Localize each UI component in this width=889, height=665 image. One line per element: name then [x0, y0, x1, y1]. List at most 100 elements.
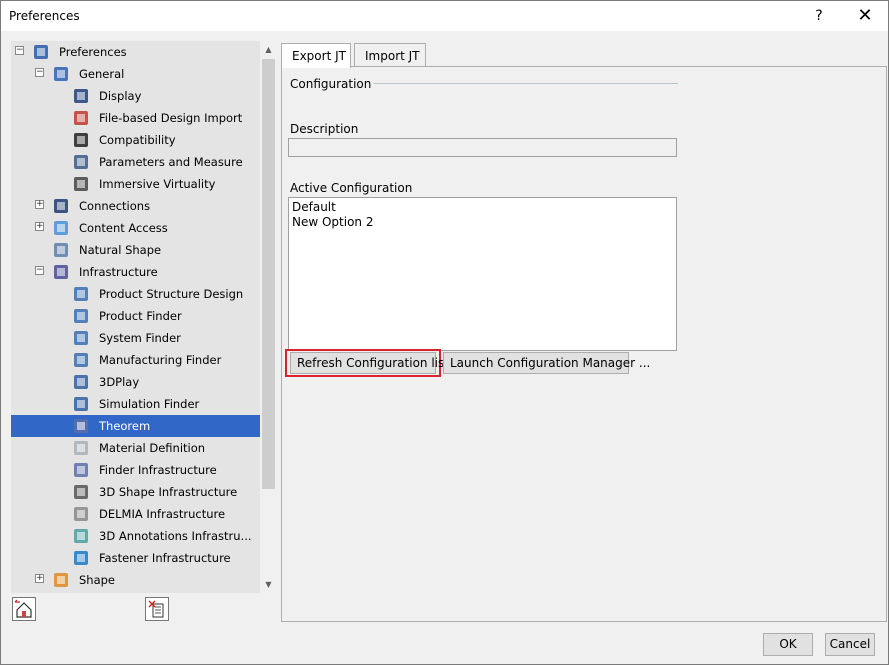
collapse-icon[interactable]: −: [15, 46, 24, 55]
theorem-icon: [71, 416, 91, 436]
tree-item-shape[interactable]: + Shape: [11, 569, 260, 591]
tree-item-infrastructure[interactable]: − Infrastructure: [11, 261, 260, 283]
tree-item-label: Immersive Virtuality: [99, 177, 216, 191]
compatibility-icon: [71, 130, 91, 150]
tree-item-3dplay[interactable]: 3DPlay: [11, 371, 260, 393]
list-item[interactable]: New Option 2: [292, 215, 374, 229]
tree-item-label: File-based Design Import: [99, 111, 243, 125]
tree-item-fastener-infrastructure[interactable]: Fastener Infrastructure: [11, 547, 260, 569]
tree-item-material-definition[interactable]: Material Definition: [11, 437, 260, 459]
tree-item-connections[interactable]: + Connections: [11, 195, 260, 217]
tree-item-delmia-infrastructure[interactable]: DELMIA Infrastructure: [11, 503, 260, 525]
parameters-icon: [71, 152, 91, 172]
tree-item-label: Display: [99, 89, 142, 103]
cancel-button[interactable]: Cancel: [825, 633, 875, 656]
tree-item-label: DELMIA Infrastructure: [99, 507, 226, 521]
tree-item-label: Content Access: [79, 221, 168, 235]
active-configuration-list[interactable]: Default New Option 2: [288, 197, 677, 351]
expand-icon[interactable]: +: [35, 574, 44, 583]
finder-infrastructure-icon: [71, 460, 91, 480]
product-finder-icon: [71, 306, 91, 326]
tree-item-label: Theorem: [99, 419, 151, 433]
preferences-tree: − Preferences − General Display File-based De…: [11, 41, 277, 593]
scroll-thumb[interactable]: [262, 59, 275, 489]
help-button[interactable]: ?: [796, 1, 842, 31]
tree-item-label: Connections: [79, 199, 151, 213]
tree-item-label: General: [79, 67, 125, 81]
tree-item-3d-shape-infrastructure[interactable]: 3D Shape Infrastructure: [11, 481, 260, 503]
3d-annotations-icon: [71, 526, 91, 546]
tree-item-general[interactable]: − General: [11, 63, 260, 85]
configuration-group-title: Configuration: [290, 77, 372, 91]
shape-icon: [51, 570, 71, 590]
tree-item-parameters-and-measure[interactable]: Parameters and Measure: [11, 151, 260, 173]
collapse-icon[interactable]: −: [35, 266, 44, 275]
file-import-icon: [71, 108, 91, 128]
tree-item-label: Infrastructure: [79, 265, 158, 279]
group-divider: [374, 83, 678, 84]
launch-configuration-manager-button[interactable]: Launch Configuration Manager ...: [443, 352, 650, 374]
tree-item-product-structure-design[interactable]: Product Structure Design: [11, 283, 260, 305]
tree-item-3d-annotations-infrastru[interactable]: 3D Annotations Infrastru...: [11, 525, 260, 547]
tree-item-label: Material Definition: [99, 441, 206, 455]
content-access-icon: [51, 218, 71, 238]
tree-viewport: − Preferences − General Display File-based De…: [11, 41, 260, 593]
collapse-icon[interactable]: −: [35, 68, 44, 77]
tree-item-label: Finder Infrastructure: [99, 463, 217, 477]
tree-item-label: Simulation Finder: [99, 397, 200, 411]
tree-scrollbar[interactable]: ▲ ▼: [260, 41, 277, 593]
tree-item-label: Natural Shape: [79, 243, 162, 257]
simulation-finder-icon: [71, 394, 91, 414]
preferences-dialog: Preferences ? ✕ − Preferences − General Disp…: [0, 0, 889, 665]
material-definition-icon: [71, 438, 91, 458]
tree-item-product-finder[interactable]: Product Finder: [11, 305, 260, 327]
tab-export-jt[interactable]: Export JT: [281, 43, 351, 68]
3d-shape-icon: [71, 482, 91, 502]
ok-button[interactable]: OK: [763, 633, 813, 656]
tree-item-label: 3DPlay: [99, 375, 140, 389]
display-icon: [71, 86, 91, 106]
reset-home-icon[interactable]: [12, 597, 36, 621]
tree-item-file-based-design-import[interactable]: File-based Design Import: [11, 107, 260, 129]
system-finder-icon: [71, 328, 91, 348]
tree-item-content-access[interactable]: + Content Access: [11, 217, 260, 239]
tree-item-preferences[interactable]: − Preferences: [11, 41, 260, 63]
tree-item-compatibility[interactable]: Compatibility: [11, 129, 260, 151]
tree-item-finder-infrastructure[interactable]: Finder Infrastructure: [11, 459, 260, 481]
tree-item-theorem[interactable]: Theorem: [11, 415, 260, 437]
tree-item-label: Product Finder: [99, 309, 182, 323]
preferences-icon: [31, 42, 51, 62]
tree-item-manufacturing-finder[interactable]: Manufacturing Finder: [11, 349, 260, 371]
scroll-up-arrow-icon[interactable]: ▲: [260, 41, 277, 58]
refresh-configuration-button[interactable]: Refresh Configuration list: [290, 352, 449, 374]
tree-item-label: 3D Shape Infrastructure: [99, 485, 238, 499]
tree-item-natural-shape[interactable]: Natural Shape: [11, 239, 260, 261]
tree-item-simulation-finder[interactable]: Simulation Finder: [11, 393, 260, 415]
export-jt-panel: Configuration Description Active Configu…: [281, 66, 887, 622]
tree-item-label: Manufacturing Finder: [99, 353, 222, 367]
tree-item-system-finder[interactable]: System Finder: [11, 327, 260, 349]
manufacturing-finder-icon: [71, 350, 91, 370]
tree-item-display[interactable]: Display: [11, 85, 260, 107]
expand-icon[interactable]: +: [35, 200, 44, 209]
active-configuration-label: Active Configuration: [290, 181, 413, 195]
connections-icon: [51, 196, 71, 216]
tree-item-label: Product Structure Design: [99, 287, 244, 301]
product-structure-icon: [71, 284, 91, 304]
scroll-down-arrow-icon[interactable]: ▼: [260, 576, 277, 593]
title-bar: Preferences ? ✕: [1, 1, 888, 31]
tab-import-jt[interactable]: Import JT: [354, 43, 426, 67]
tree-item-label: Shape: [79, 573, 116, 587]
general-icon: [51, 64, 71, 84]
description-field[interactable]: [288, 138, 677, 157]
close-button[interactable]: ✕: [842, 1, 888, 31]
expand-icon[interactable]: +: [35, 222, 44, 231]
tree-item-label: Parameters and Measure: [99, 155, 243, 169]
reset-settings-icon[interactable]: [145, 597, 169, 621]
tree-item-immersive-virtuality[interactable]: Immersive Virtuality: [11, 173, 260, 195]
description-label: Description: [290, 122, 359, 136]
tree-item-label: Preferences: [59, 45, 127, 59]
list-item[interactable]: Default: [292, 200, 336, 214]
tree-item-label: Fastener Infrastructure: [99, 551, 231, 565]
3dplay-icon: [71, 372, 91, 392]
